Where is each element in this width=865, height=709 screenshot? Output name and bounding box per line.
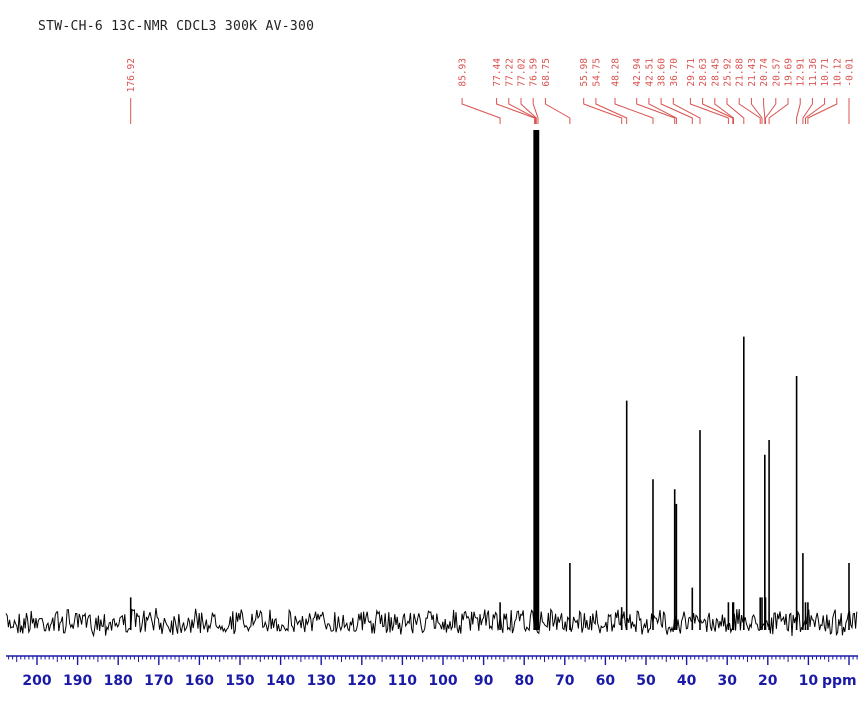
x-tick-label: 100 [428, 673, 457, 689]
peak-label-group: 176.92 85.93 77.44 77.22 77.02 76.59 68.75 55.9… [126, 58, 856, 124]
peak-label: 48.28 [611, 58, 622, 87]
peak-label: 10.12 [832, 58, 843, 87]
x-tick-label: 10 [799, 673, 819, 689]
x-tick-label: 70 [555, 673, 575, 689]
peak-label-leader [765, 98, 777, 124]
x-tick-label: 160 [185, 673, 214, 689]
peak-label-leader [614, 98, 654, 124]
chart-title: STW-CH-6 13C-NMR CDCL3 300K AV-300 [38, 19, 314, 34]
x-tick-label: 110 [388, 673, 417, 689]
peak-label-leader [763, 98, 766, 124]
peak-label-leader [583, 98, 623, 124]
peak-label: 12.91 [796, 58, 807, 87]
peak-label: 10.71 [820, 58, 831, 87]
peak-label-leader [508, 98, 536, 124]
peak-label: 55.98 [579, 58, 590, 87]
peak-label: 77.44 [492, 58, 503, 87]
x-tick-label: 140 [266, 673, 295, 689]
x-tick-label: 150 [225, 673, 254, 689]
peak-label: -0.01 [845, 58, 856, 87]
x-tick-label: 80 [514, 673, 534, 689]
x-tick-label: 180 [104, 673, 133, 689]
x-tick-label: 30 [717, 673, 737, 689]
x-tick-label: 60 [596, 673, 616, 689]
x-tick-label: 40 [677, 673, 697, 689]
peak-label: 77.02 [517, 58, 528, 87]
peak-label: 54.75 [591, 58, 602, 87]
x-axis: 200 190 180 170 160 150 140 130 120 110 100 90 80 70 6… [6, 655, 858, 689]
peak-label: 42.94 [632, 58, 643, 87]
peak-label-leader [796, 98, 801, 124]
peak-label-leader [636, 98, 676, 124]
peak-group [129, 130, 850, 630]
x-tick-label: 120 [347, 673, 376, 689]
peak-label: 21.43 [747, 58, 758, 87]
peak-label-leader [768, 98, 789, 124]
x-tick-label: 190 [63, 673, 92, 689]
x-tick-label: 170 [144, 673, 173, 689]
peak-label: 68.75 [541, 58, 552, 87]
peak-label: 19.69 [784, 58, 795, 87]
peak-label-leader [544, 98, 571, 124]
peak-label: 25.92 [723, 58, 734, 87]
peak-label: 176.92 [126, 58, 137, 92]
peak-label: 76.59 [529, 58, 540, 87]
peak-label: 21.88 [735, 58, 746, 87]
peak-label: 85.93 [458, 58, 469, 87]
peak-label: 36.70 [669, 58, 680, 87]
peak-label-leader [461, 98, 501, 124]
peak-label: 11.36 [808, 58, 819, 87]
peak-label: 29.71 [686, 58, 697, 87]
peak-label: 28.63 [698, 58, 709, 87]
peak-label-leader [726, 98, 745, 124]
peak-label: 28.45 [710, 58, 721, 87]
peak-label: 77.22 [504, 58, 515, 87]
peak-label: 20.74 [759, 58, 770, 87]
x-tick-label: 20 [758, 673, 778, 689]
x-tick-label: 90 [474, 673, 494, 689]
x-tick-label: 200 [22, 673, 51, 689]
x-tick-label: 130 [307, 673, 336, 689]
peak-label-leader [689, 98, 729, 124]
peak-label: 38.60 [657, 58, 668, 87]
nmr-spectrum-chart: STW-CH-6 13C-NMR CDCL3 300K AV-300 176.9… [5, 19, 858, 689]
peak-label: 42.51 [644, 58, 655, 87]
peak-label-leader [520, 98, 537, 124]
x-tick-label: 50 [636, 673, 656, 689]
x-axis-label: ppm [822, 673, 857, 689]
peak-label: 20.57 [771, 58, 782, 87]
